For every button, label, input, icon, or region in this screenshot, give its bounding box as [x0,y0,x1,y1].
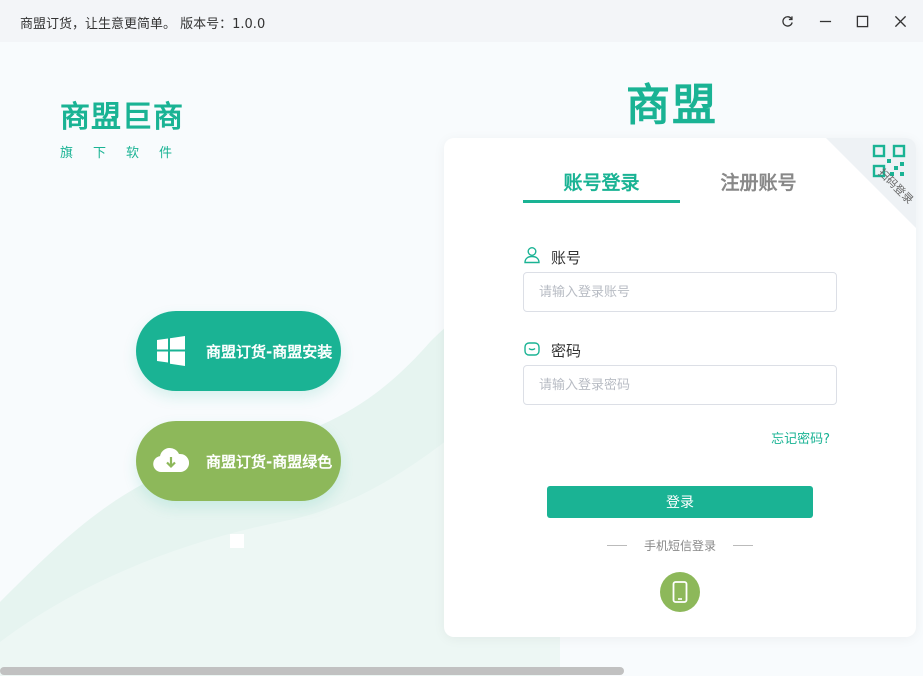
tab-register[interactable]: 注册账号 [680,168,837,195]
lock-icon [523,339,541,361]
password-label: 密码 [551,341,582,360]
account-label-row: 账号 [523,246,581,268]
login-card: 扫码登录 账号登录 注册账号 账号 密码 忘记密码? 登录 手机短信登录 [444,138,916,637]
brand-tagline: 旗下软件 [60,146,193,161]
windows-icon [136,335,206,367]
download-portable-label: 商盟订货-商盟绿色 [206,452,333,471]
tab-account-login[interactable]: 账号登录 [523,168,680,195]
divider-left [606,545,627,546]
title-bar: 商盟订货，让生意更简单。 版本号：1.0.0 [0,0,923,42]
account-input[interactable] [523,272,837,312]
tab-underline [523,200,680,203]
window-title: 商盟订货，让生意更简单。 版本号：1.0.0 [20,17,266,32]
close-icon[interactable] [890,11,910,31]
login-button[interactable]: 登录 [547,486,813,518]
cloud-download-icon [136,446,206,476]
account-label: 账号 [551,248,582,267]
download-installer-button[interactable]: 商盟订货-商盟安装 [136,311,341,391]
sms-login-label: 手机短信登录 [643,539,716,553]
refresh-icon[interactable] [777,11,797,31]
minimize-icon[interactable] [815,11,835,31]
download-portable-button[interactable]: 商盟订货-商盟绿色 [136,421,341,501]
qr-login-corner[interactable]: 扫码登录 [826,138,916,228]
password-input[interactable] [523,365,837,405]
maximize-icon[interactable] [852,11,872,31]
divider-right [733,545,753,546]
forgot-password-link[interactable]: 忘记密码? [771,428,830,447]
sms-login-button[interactable] [660,572,700,612]
download-installer-label: 商盟订货-商盟安装 [206,342,333,361]
password-label-row: 密码 [523,339,581,361]
brand-block: 商盟巨商 旗下软件 [60,100,192,161]
login-logo: 商盟 [626,80,718,131]
sms-login-row: 手机短信登录 [444,537,916,554]
phone-icon [672,581,688,603]
user-icon [523,246,541,268]
horizontal-scrollbar[interactable] [0,667,624,675]
brand-logo: 商盟巨商 [60,100,184,135]
